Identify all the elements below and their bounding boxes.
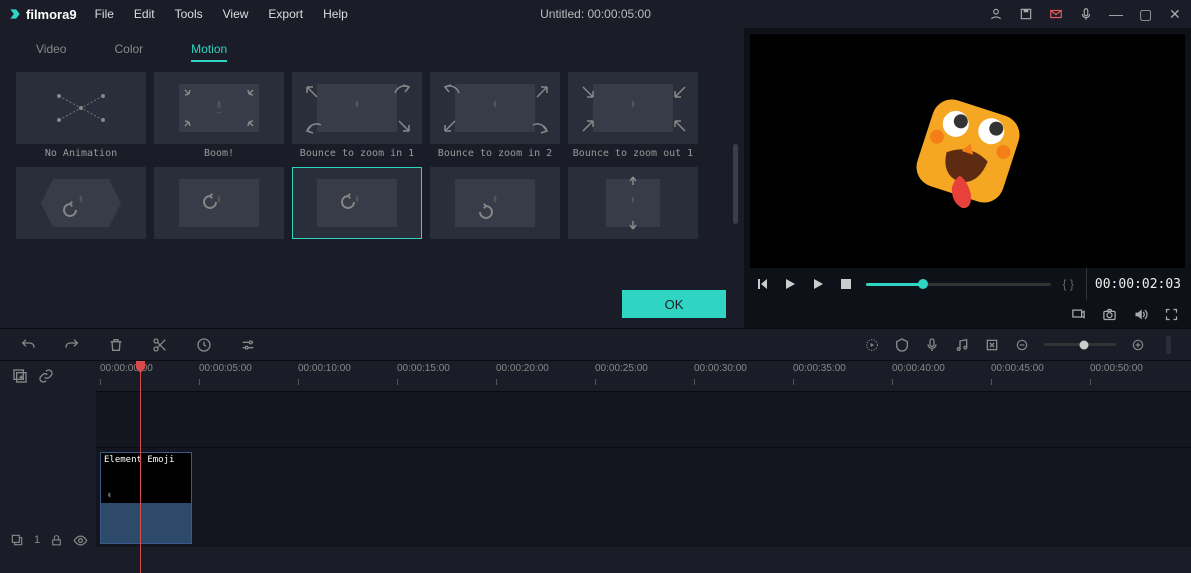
menubar: File Edit Tools View Export Help (95, 7, 348, 21)
maximize-button[interactable]: ▢ (1139, 7, 1153, 21)
zoom-slider[interactable] (1044, 343, 1116, 346)
playback-time: 00:00:02:03 (1086, 268, 1181, 300)
motion-preset[interactable]: Bounce to zoom in 2 (430, 72, 560, 159)
play-button[interactable] (782, 276, 798, 292)
crop-button[interactable] (984, 337, 1000, 353)
zoom-in-button[interactable] (1130, 337, 1146, 353)
timeline: 1 00:00:00:00 00:00:05:00 00:00:10:00 00… (0, 360, 1191, 573)
track-area[interactable]: 00:00:00:00 00:00:05:00 00:00:10:00 00:0… (96, 361, 1191, 573)
tab-color[interactable]: Color (114, 42, 143, 62)
record-button[interactable] (924, 337, 940, 353)
timeline-toolbar (0, 328, 1191, 360)
tab-video[interactable]: Video (36, 42, 66, 62)
ruler-tick: 00:00:05:00 (199, 363, 252, 374)
volume-icon[interactable] (1133, 307, 1148, 322)
split-button[interactable] (152, 337, 168, 353)
preview-tools (744, 300, 1191, 328)
stop-button[interactable] (838, 276, 854, 292)
main-panels: Video Color Motion No Animation Boom! Bo… (0, 28, 1191, 328)
mark-in-out[interactable]: { } (1063, 277, 1074, 291)
scrollbar[interactable] (733, 144, 738, 224)
logo-icon (8, 7, 22, 21)
app-name: filmora9 (26, 7, 77, 22)
ruler-tick: 00:00:10:00 (298, 363, 351, 374)
playback-slider[interactable] (866, 283, 1051, 286)
prev-frame-button[interactable] (754, 276, 770, 292)
project-title: Untitled: 00:00:05:00 (540, 7, 651, 21)
motion-preset[interactable]: No Animation (16, 72, 146, 159)
preview-quality-icon[interactable] (1071, 307, 1086, 322)
ruler-tick: 00:00:35:00 (793, 363, 846, 374)
save-icon[interactable] (1019, 7, 1033, 21)
ruler-tick: 00:00:15:00 (397, 363, 450, 374)
timeline-scrollbar-indicator[interactable] (1166, 336, 1171, 354)
effects-panel: Video Color Motion No Animation Boom! Bo… (0, 28, 744, 328)
link-icon[interactable] (38, 368, 54, 384)
preview-panel: { } 00:00:02:03 (744, 28, 1191, 328)
effects-tabs: Video Color Motion (0, 28, 744, 72)
motion-preset[interactable] (292, 167, 422, 243)
ok-button[interactable]: OK (622, 290, 726, 318)
adjust-button[interactable] (240, 337, 256, 353)
titlebar: filmora9 File Edit Tools View Export Hel… (0, 0, 1191, 28)
preview-content (898, 81, 1038, 221)
minimize-button[interactable]: — (1109, 7, 1123, 21)
motion-preset[interactable] (430, 167, 560, 243)
menu-file[interactable]: File (95, 7, 114, 21)
preview-viewport (750, 34, 1185, 268)
menu-export[interactable]: Export (268, 7, 303, 21)
ruler-tick: 00:00:40:00 (892, 363, 945, 374)
ruler-tick: 00:00:50:00 (1090, 363, 1143, 374)
motion-grid: No Animation Boom! Bounce to zoom in 1 B… (0, 72, 744, 243)
ruler-tick: 00:00:45:00 (991, 363, 1044, 374)
snapshot-icon[interactable] (1102, 307, 1117, 322)
add-media-icon[interactable] (12, 368, 28, 384)
layers-icon[interactable] (10, 533, 24, 547)
account-icon[interactable] (989, 7, 1003, 21)
ruler-tick: 00:00:25:00 (595, 363, 648, 374)
motion-preset[interactable]: Boom! (154, 72, 284, 159)
motion-preset[interactable]: Bounce to zoom in 1 (292, 72, 422, 159)
undo-button[interactable] (20, 337, 36, 353)
ruler-tick: 00:00:20:00 (496, 363, 549, 374)
visibility-icon[interactable] (73, 533, 88, 548)
audio-mixer-button[interactable] (954, 337, 970, 353)
app-logo: filmora9 (8, 7, 77, 22)
fullscreen-icon[interactable] (1164, 307, 1179, 322)
menu-help[interactable]: Help (323, 7, 348, 21)
time-ruler[interactable]: 00:00:00:00 00:00:05:00 00:00:10:00 00:0… (96, 361, 1191, 391)
effect-icon: ◐ (107, 489, 114, 501)
zoom-out-button[interactable] (1014, 337, 1030, 353)
speed-button[interactable] (196, 337, 212, 353)
render-button[interactable] (864, 337, 880, 353)
redo-button[interactable] (64, 337, 80, 353)
track-number: 1 (34, 534, 40, 546)
track-row[interactable] (96, 391, 1191, 447)
tab-motion[interactable]: Motion (191, 42, 227, 62)
playback-controls: { } 00:00:02:03 (744, 268, 1191, 300)
lock-icon[interactable] (50, 534, 63, 547)
clip-label: Element Emoji (101, 453, 191, 467)
close-button[interactable]: ✕ (1169, 7, 1183, 21)
playhead[interactable] (140, 361, 141, 573)
mic-icon[interactable] (1079, 7, 1093, 21)
motion-preset[interactable]: Bounce to zoom out 1 (568, 72, 698, 159)
mail-icon[interactable] (1049, 7, 1063, 21)
ruler-tick: 00:00:30:00 (694, 363, 747, 374)
track-row[interactable]: Element Emoji ◐ (96, 447, 1191, 547)
marker-button[interactable] (894, 337, 910, 353)
delete-button[interactable] (108, 337, 124, 353)
next-frame-button[interactable] (810, 276, 826, 292)
track-headers: 1 (0, 361, 96, 573)
motion-preset[interactable] (568, 167, 698, 243)
menu-edit[interactable]: Edit (134, 7, 155, 21)
menu-tools[interactable]: Tools (175, 7, 203, 21)
motion-preset[interactable] (154, 167, 284, 243)
motion-preset[interactable] (16, 167, 146, 243)
menu-view[interactable]: View (223, 7, 249, 21)
timeline-clip[interactable]: Element Emoji ◐ (100, 452, 192, 544)
